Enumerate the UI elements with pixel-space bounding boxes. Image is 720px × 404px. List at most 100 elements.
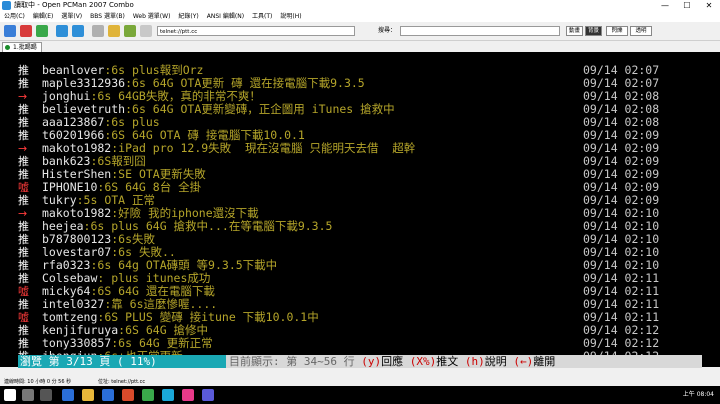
comment-text: :iPad pro 12.9失敗 現在沒電腦 只能明天去借 超幹 [111, 141, 416, 155]
transparency-select[interactable]: 透明 [630, 26, 652, 36]
comment-author: kenjifuruya [42, 323, 119, 337]
search-icon[interactable] [22, 389, 34, 401]
settings-icon[interactable] [124, 25, 136, 37]
key-hints: 目前顯示: 第 34~56 行 (y)回應 (X%)推文 (h)說明 (←)離開 [226, 355, 702, 368]
back-arrow-icon[interactable] [56, 25, 68, 37]
comment-tag: 推 [18, 64, 29, 77]
connection-time: 連線時間: 10 小時 0 分 56 秒 [4, 379, 72, 385]
address-input[interactable]: telnet://ptt.cc [157, 26, 355, 36]
copy-icon[interactable] [92, 25, 104, 37]
comment-text: :6S 64G 8台 全掛 [97, 180, 202, 194]
comment-text: : plus itunes成功 [97, 271, 211, 285]
comment-author: b787800123 [42, 232, 112, 246]
blink-toggle[interactable]: 閃爍 [606, 26, 628, 36]
comment-text: :好險 我的iphone還沒下載 [111, 206, 259, 220]
disconnect-icon[interactable] [20, 25, 32, 37]
comment-author: IPHONE10 [42, 180, 98, 194]
menu-item-edit[interactable]: 編輯(E) [29, 11, 57, 22]
menu-item-web[interactable]: Web 選單(W) [129, 11, 175, 22]
window-title: 讀取中 - Open PCMan 2007 Combo [14, 1, 134, 9]
comment-author: maple3312936 [42, 76, 126, 90]
comment-text: :SE OTA更新失敗 [111, 167, 206, 181]
comment-tag: 噓 [18, 311, 29, 324]
comment-author: t60201966 [42, 128, 105, 142]
close-button[interactable]: ✕ [698, 0, 720, 11]
comment-tag: 推 [18, 103, 29, 116]
comment-tag: 推 [18, 129, 29, 142]
reply-key[interactable]: (y) [361, 355, 381, 368]
comment-author: makoto1982 [42, 141, 112, 155]
start-icon[interactable] [4, 389, 16, 401]
comment-tag: 推 [18, 233, 29, 246]
menu-item-ansi[interactable]: ANSI 編輯(N) [203, 11, 248, 22]
task-view-icon[interactable] [40, 389, 52, 401]
comment-author: tukry [42, 193, 77, 207]
page-indicator: 瀏覽 第 3/13 頁 ( 11%) [18, 355, 226, 368]
leave-key[interactable]: (←) [513, 355, 533, 368]
minimize-button[interactable]: — [654, 0, 676, 11]
comment-text: :6S 64G OTA 磚 接電腦下載10.0.1 [104, 128, 305, 142]
pcman-taskbar-icon[interactable] [202, 389, 214, 401]
tab-ptt[interactable]: 1.批踢踢 [2, 42, 42, 52]
menu-item-tools[interactable]: 工具(T) [248, 11, 276, 22]
app-status-bar: 連線時間: 10 小時 0 分 56 秒 位址: telnet://ptt.cc [0, 378, 720, 386]
comment-tag: 噓 [18, 181, 29, 194]
comment-author: HisterShen [42, 167, 112, 181]
taskbar: 上午 08:04 [0, 386, 720, 404]
app-icon-4[interactable] [182, 389, 194, 401]
comment-author: beanlover [42, 63, 105, 77]
comment-tag: 噓 [18, 285, 29, 298]
comment-text: :6s plus報到Orz [104, 63, 204, 77]
maximize-button[interactable]: ☐ [676, 0, 698, 11]
comment-author: tony330857 [42, 336, 112, 350]
comment-text: :靠 6s這麼慘喔.... [104, 297, 218, 311]
comment-tag: → [18, 90, 28, 103]
push-label: 推文 [436, 355, 459, 368]
menu-item-log[interactable]: 紀錄(Y) [174, 11, 202, 22]
menu-item-view[interactable]: 選單(V) [57, 11, 86, 22]
connect-icon[interactable] [4, 25, 16, 37]
toolbar: telnet://ptt.cc 搜尋： 動畫 背景 閃爍 透明 [0, 22, 720, 41]
comment-author: lovestar07 [42, 245, 112, 259]
comment-tag: → [18, 207, 28, 220]
push-key[interactable]: (X%) [410, 355, 437, 368]
comment-author: tomtzeng [42, 310, 98, 324]
comment-author: intel0327 [42, 297, 105, 311]
background-button[interactable]: 背景 [585, 26, 602, 36]
comment-tag: 推 [18, 337, 29, 350]
menu-item-help[interactable]: 說明(H) [276, 11, 305, 22]
comment-tag: 推 [18, 155, 29, 168]
comment-text: :6s 64G 更新正常 [111, 336, 213, 350]
comment-text: :6s 64G OTA更新變磚，正企圖用 iTunes 搶救中 [125, 102, 395, 116]
animation-button[interactable]: 動畫 [566, 26, 583, 36]
comment-tag: 推 [18, 168, 29, 181]
comment-author: micky64 [42, 284, 91, 298]
app-icon-3[interactable] [162, 389, 174, 401]
app-icon-1[interactable] [122, 389, 134, 401]
forward-arrow-icon[interactable] [72, 25, 84, 37]
tab-label: 1.批踢踢 [13, 44, 37, 51]
file-explorer-icon[interactable] [82, 389, 94, 401]
edge-icon[interactable] [62, 389, 74, 401]
help-label: 說明 [484, 355, 507, 368]
app-icon-2[interactable] [142, 389, 154, 401]
comment-author: Colsebaw [42, 271, 98, 285]
comment-author: heejea [42, 219, 84, 233]
connected-icon [5, 45, 10, 50]
favorites-icon[interactable] [140, 25, 152, 37]
comment-tag: 推 [18, 77, 29, 90]
app-icon [2, 1, 11, 10]
store-icon[interactable] [102, 389, 114, 401]
help-key[interactable]: (h) [465, 355, 485, 368]
taskbar-clock: 上午 08:04 [682, 391, 714, 398]
comment-text: :6s 64GB失敗，真的非常不爽！ [90, 89, 261, 103]
comment-tag: 推 [18, 246, 29, 259]
line-range: 目前顯示: 第 34~56 行 [229, 355, 355, 368]
menu-item-bbs[interactable]: BBS 選單(B) [86, 11, 129, 22]
connection-address: 位址: telnet://ptt.cc [98, 379, 146, 385]
reconnect-icon[interactable] [36, 25, 48, 37]
terminal-screen[interactable]: 推 beanlover:6s plus報到Orz 09/14 02:07 推 maple… [0, 52, 720, 367]
menu-item-file[interactable]: 公用(C) [0, 11, 29, 22]
paste-icon[interactable] [108, 25, 120, 37]
search-input[interactable] [400, 26, 560, 36]
